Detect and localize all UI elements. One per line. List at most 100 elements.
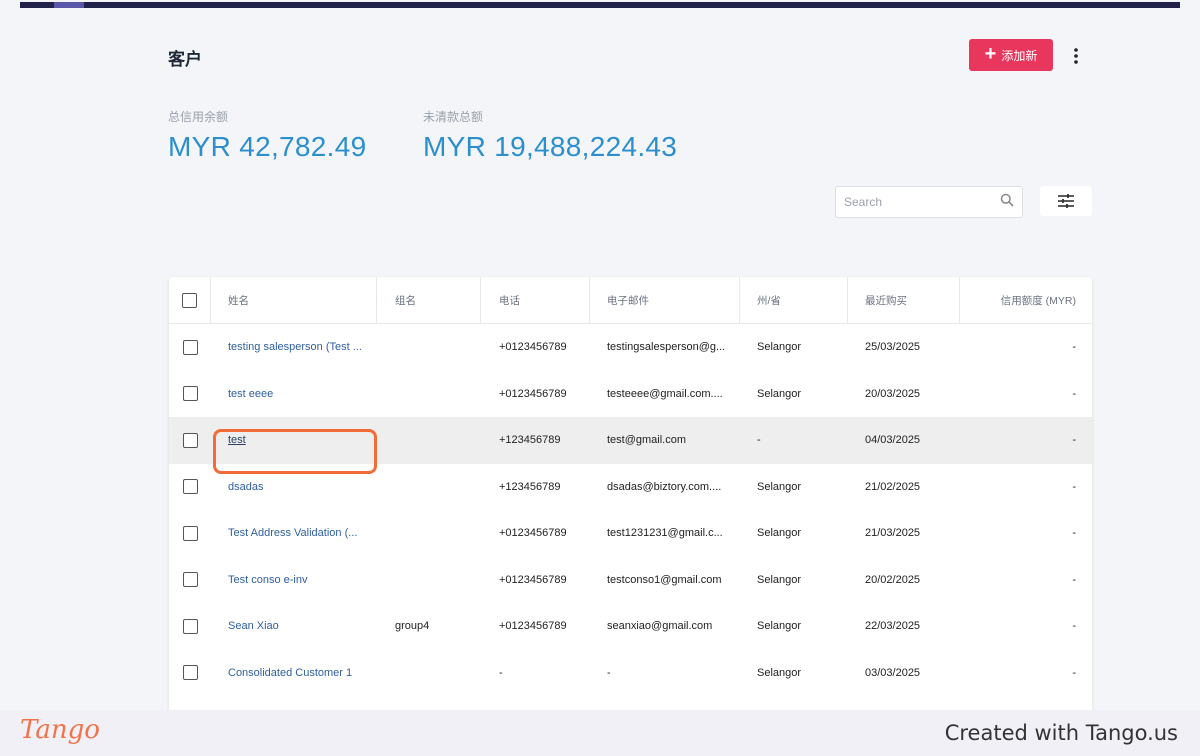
- email-cell: testeeee@gmail.com....: [607, 387, 723, 400]
- outstanding-value: MYR 19,488,224.43: [423, 131, 678, 162]
- tango-logo: Tango: [20, 715, 100, 745]
- outstanding-label: 未清款总额: [423, 110, 484, 124]
- email-cell-wrap: test1231231@gmail.c...: [590, 510, 740, 557]
- last-purchase-cell: 20/03/2025: [865, 387, 921, 400]
- table-row[interactable]: Consolidated Customer 1 - - Selangor 03/03/2…: [169, 650, 1092, 697]
- last-purchase-cell: 04/03/2025: [865, 434, 921, 447]
- table-row[interactable]: testing salesperson (Test ... +0123456789…: [169, 324, 1092, 371]
- group-cell-wrap: [377, 324, 481, 371]
- state-cell: Selangor: [757, 527, 802, 540]
- state-cell: Selangor: [757, 387, 802, 400]
- group-cell-wrap: group4: [377, 603, 481, 650]
- column-header-credit[interactable]: 信用额度 (MYR): [960, 277, 1092, 323]
- customer-name-link[interactable]: test: [228, 434, 246, 446]
- add-new-button[interactable]: + 添加新: [969, 39, 1053, 71]
- table-row[interactable]: dsadas +123456789 dsadas@biztory.com.... Se…: [169, 464, 1092, 511]
- customer-name-link-wrap: Test Address Validation (...: [211, 510, 377, 557]
- row-checkbox[interactable]: [182, 525, 198, 541]
- filter-settings-button[interactable]: [1040, 186, 1092, 216]
- customer-name-link-wrap: test eeee: [211, 371, 377, 418]
- column-header-email[interactable]: 电子邮件: [590, 277, 740, 323]
- state-cell: Selangor: [757, 480, 802, 493]
- row-checkbox[interactable]: [182, 386, 198, 402]
- row-checkbox[interactable]: [182, 665, 198, 681]
- customer-name-link[interactable]: dsadas: [228, 481, 263, 493]
- phone-cell-wrap: +123456789: [481, 417, 590, 464]
- customer-name-link-wrap: testing salesperson (Test ...: [211, 324, 377, 371]
- row-select-cell: [169, 650, 211, 697]
- customer-name-link[interactable]: Sean Xiao: [228, 620, 279, 632]
- table-header: 姓名 组名 电话 电子邮件 州/省 最近购买 信用额度 (MYR): [169, 277, 1092, 324]
- row-checkbox[interactable]: [182, 618, 198, 634]
- state-cell: Selangor: [757, 666, 802, 679]
- row-checkbox[interactable]: [182, 572, 198, 588]
- state-cell: -: [757, 434, 761, 447]
- table-row[interactable]: Test conso e-inv +0123456789 testconso1@gm…: [169, 557, 1092, 604]
- email-cell: dsadas@biztory.com....: [607, 480, 722, 493]
- row-checkbox[interactable]: [182, 432, 198, 448]
- customer-name-link[interactable]: testing salesperson (Test ...: [228, 341, 362, 353]
- customer-name-link[interactable]: Test Address Validation (...: [228, 527, 357, 539]
- more-vertical-icon[interactable]: [1066, 45, 1086, 67]
- email-cell-wrap: seanxiao@gmail.com: [590, 603, 740, 650]
- select-all-checkbox[interactable]: [182, 292, 197, 308]
- group-cell-wrap: [377, 510, 481, 557]
- column-header-group[interactable]: 组名: [377, 277, 481, 323]
- email-cell-wrap: testconso1@gmail.com: [590, 557, 740, 604]
- state-cell-wrap: Selangor: [740, 464, 848, 511]
- phone-cell-wrap: +123456789: [481, 464, 590, 511]
- customers-page: 客户 + 添加新 总信用余额 MYR 42,782.49 未清款总额 MYR 1…: [0, 9, 1200, 710]
- credit-cell: -: [1072, 620, 1076, 633]
- table-row[interactable]: Sean Xiao group4 +0123456789 seanxiao@gmail…: [169, 603, 1092, 650]
- last-purchase-cell-wrap: 25/03/2025: [848, 324, 960, 371]
- table-row[interactable]: test eeee +0123456789 testeeee@gmail.com..…: [169, 371, 1092, 418]
- email-cell: -: [607, 666, 611, 679]
- search-input[interactable]: [844, 195, 1000, 209]
- credit-cell-wrap: -: [960, 464, 1092, 511]
- row-select-cell: [169, 603, 211, 650]
- total-credit-value: MYR 42,782.49: [168, 131, 367, 162]
- customer-name-link-wrap: dsadas: [211, 464, 377, 511]
- last-purchase-cell-wrap: 03/03/2025: [848, 650, 960, 697]
- last-purchase-cell-wrap: 20/02/2025: [848, 557, 960, 604]
- state-cell-wrap: Selangor: [740, 371, 848, 418]
- customer-name-link[interactable]: Test conso e-inv: [228, 574, 307, 586]
- group-cell-wrap: [377, 557, 481, 604]
- email-cell-wrap: dsadas@biztory.com....: [590, 464, 740, 511]
- customer-name-link[interactable]: test eeee: [228, 388, 273, 400]
- column-header-name[interactable]: 姓名: [211, 277, 377, 323]
- plus-icon: +: [984, 43, 997, 65]
- row-checkbox[interactable]: [182, 479, 198, 495]
- customer-name-link-wrap: Sean Xiao: [211, 603, 377, 650]
- row-checkbox[interactable]: [182, 339, 198, 355]
- row-select-cell: [169, 417, 211, 464]
- table-row[interactable]: Test Address Validation (... +0123456789 t…: [169, 510, 1092, 557]
- column-header-state[interactable]: 州/省: [740, 277, 848, 323]
- table-row[interactable]: test +123456789 test@gmail.com - 04/03/2025 -: [169, 417, 1092, 464]
- state-cell-wrap: Selangor: [740, 603, 848, 650]
- phone-cell: +0123456789: [499, 527, 567, 540]
- last-purchase-cell: 21/03/2025: [865, 527, 921, 540]
- search-icon[interactable]: [1000, 193, 1014, 212]
- row-select-cell: [169, 510, 211, 557]
- group-cell-wrap: [377, 371, 481, 418]
- column-header-last-purchase[interactable]: 最近购买: [848, 277, 960, 323]
- outstanding-stat: 未清款总额 MYR 19,488,224.43: [423, 108, 677, 163]
- column-header-phone[interactable]: 电话: [481, 277, 590, 323]
- credit-cell-wrap: -: [960, 324, 1092, 371]
- email-cell: testingsalesperson@g...: [607, 341, 726, 354]
- sliders-icon: [1058, 194, 1074, 208]
- header-select-cell: [169, 277, 211, 323]
- phone-cell: +0123456789: [499, 620, 567, 633]
- credit-cell-wrap: -: [960, 417, 1092, 464]
- last-purchase-cell-wrap: 21/03/2025: [848, 510, 960, 557]
- last-purchase-cell: 21/02/2025: [865, 480, 921, 493]
- state-cell-wrap: -: [740, 417, 848, 464]
- last-purchase-cell: 22/03/2025: [865, 620, 921, 633]
- state-cell-wrap: Selangor: [740, 557, 848, 604]
- row-select-cell: [169, 324, 211, 371]
- email-cell: seanxiao@gmail.com: [607, 620, 713, 633]
- customer-name-link[interactable]: Consolidated Customer 1: [228, 667, 352, 679]
- email-cell-wrap: testeeee@gmail.com....: [590, 371, 740, 418]
- credit-cell: -: [1072, 527, 1076, 540]
